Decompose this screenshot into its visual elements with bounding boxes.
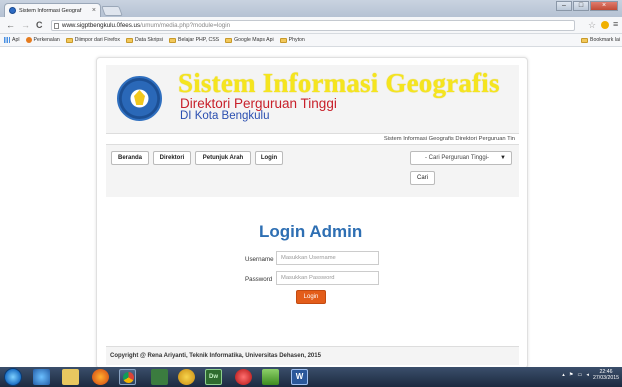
bookmark-item[interactable]: Belajar PHP, CSS <box>168 37 220 43</box>
bookmark-label: Phyton <box>288 37 305 43</box>
dreamweaver-icon[interactable]: Dw <box>205 369 222 385</box>
volume-icon[interactable]: ◂ <box>586 372 589 378</box>
chrome-active-icon[interactable] <box>119 369 136 385</box>
bookmark-label: Perkenalan <box>33 37 60 43</box>
url-path: /umum/media.php?module=login <box>140 22 231 29</box>
star-bookmark-icon[interactable]: ☆ <box>588 20 596 31</box>
bookmark-label: Data Skripsi <box>135 37 163 43</box>
word-icon[interactable]: W <box>291 369 308 385</box>
system-tray: ▴ ⚑ ▭ ◂ 22:46 27/03/2015 <box>562 369 619 381</box>
username-input[interactable] <box>276 251 379 265</box>
close-window-icon[interactable]: × <box>590 1 618 11</box>
bookmark-label: Google Maps Api <box>234 37 274 43</box>
app-green-icon[interactable] <box>262 369 279 385</box>
address-toolbar: ← → C www.sigptbengkulu.0fees.us/umum/me… <box>0 17 622 34</box>
username-label: Username <box>245 256 274 263</box>
folder-icon <box>168 37 176 43</box>
clock[interactable]: 22:46 27/03/2015 <box>593 369 619 381</box>
ie-icon[interactable] <box>33 369 50 385</box>
bookmark-apps[interactable]: Apl <box>4 37 20 43</box>
flag-icon[interactable]: ⚑ <box>569 372 574 378</box>
windows-taskbar: Dw W ▴ ⚑ ▭ ◂ 22:46 27/03/2015 <box>0 367 622 387</box>
url-host: www.sigptbengkulu.0fees.us <box>62 22 141 29</box>
folder-icon <box>126 37 134 43</box>
site-subtitle: Direktori Perguruan Tinggi <box>180 96 337 111</box>
password-input[interactable] <box>276 271 379 285</box>
start-button-icon[interactable] <box>4 368 22 386</box>
tab-title: Sistem Informasi Geograf <box>19 7 82 14</box>
folder-icon <box>581 37 589 43</box>
maximize-icon[interactable]: □ <box>573 1 589 11</box>
page-icon <box>54 23 59 29</box>
campus-select-value: - Cari Perguruan Tinggi- <box>425 155 490 161</box>
nav-petunjuk-arah[interactable]: Petunjuk Arah <box>195 151 251 165</box>
chrome-icon <box>123 372 134 383</box>
tab-close-icon[interactable]: × <box>92 7 96 14</box>
bookmark-item[interactable]: Google Maps Api <box>225 37 274 43</box>
login-title: Login Admin <box>259 222 363 241</box>
nav-login[interactable]: Login <box>255 151 283 165</box>
apps-grid-icon <box>4 37 10 43</box>
site-title: Sistem Informasi Geografis <box>178 68 500 98</box>
app-icon[interactable] <box>151 369 168 385</box>
folder-icon <box>225 37 233 43</box>
bookmark-label: Apl <box>12 37 20 43</box>
other-bookmarks[interactable]: Bookmark lai <box>581 37 620 43</box>
forward-arrow-icon[interactable]: → <box>21 20 30 30</box>
back-arrow-icon[interactable]: ← <box>6 20 15 30</box>
app-red-icon[interactable] <box>235 369 252 385</box>
search-button[interactable]: Cari <box>410 171 435 185</box>
bookmark-item[interactable]: Phyton <box>279 37 305 43</box>
campus-select[interactable]: - Cari Perguruan Tinggi- ▼ <box>410 151 512 165</box>
reload-icon[interactable]: C <box>36 20 43 30</box>
browser-titlebar: Sistem Informasi Geograf × – □ × <box>0 0 622 17</box>
minimize-icon[interactable]: – <box>556 1 572 11</box>
bookmark-label: Belajar PHP, CSS <box>177 37 220 43</box>
bookmarks-bar: Apl Perkenalan Diimpor dari Firefox Data… <box>0 34 622 47</box>
bookmark-label: Diimpor dari Firefox <box>74 37 121 43</box>
folder-icon <box>279 37 287 43</box>
media-icon[interactable] <box>178 369 195 385</box>
bookmark-item[interactable]: Perkenalan <box>25 37 60 43</box>
explorer-icon[interactable] <box>62 369 79 385</box>
bookmark-item[interactable]: Diimpor dari Firefox <box>65 37 121 43</box>
firefox-icon[interactable] <box>92 369 109 385</box>
password-label: Password <box>245 276 273 283</box>
address-bar[interactable]: www.sigptbengkulu.0fees.us/umum/media.ph… <box>51 20 575 31</box>
running-text: Sistem Informasi Geografis Direktori Per… <box>106 133 519 145</box>
network-icon[interactable]: ▭ <box>578 372 583 378</box>
login-button[interactable]: Login <box>296 290 326 304</box>
site-icon <box>25 37 32 43</box>
bookmark-item[interactable]: Data Skripsi <box>126 37 163 43</box>
clock-date: 27/03/2015 <box>593 375 619 381</box>
tray-arrow-icon[interactable]: ▴ <box>562 372 565 378</box>
nav-beranda[interactable]: Beranda <box>111 151 149 165</box>
extension-icon[interactable] <box>601 21 609 29</box>
footer-copyright: Copyright @ Rena Ariyanti, Teknik Inform… <box>106 346 519 365</box>
bookmark-label: Bookmark lai <box>590 37 620 43</box>
browser-tab[interactable]: Sistem Informasi Geograf × <box>4 3 101 17</box>
window-controls: – □ × <box>556 1 618 11</box>
folder-icon <box>65 37 73 43</box>
university-logo <box>117 76 162 121</box>
menu-icon[interactable]: ≡ <box>613 19 618 29</box>
globe-icon <box>9 7 16 14</box>
site-location: DI Kota Bengkulu <box>180 110 270 122</box>
new-tab-button[interactable] <box>101 6 123 16</box>
nav-direktori[interactable]: Direktori <box>153 151 191 165</box>
chevron-down-icon: ▼ <box>500 155 506 161</box>
